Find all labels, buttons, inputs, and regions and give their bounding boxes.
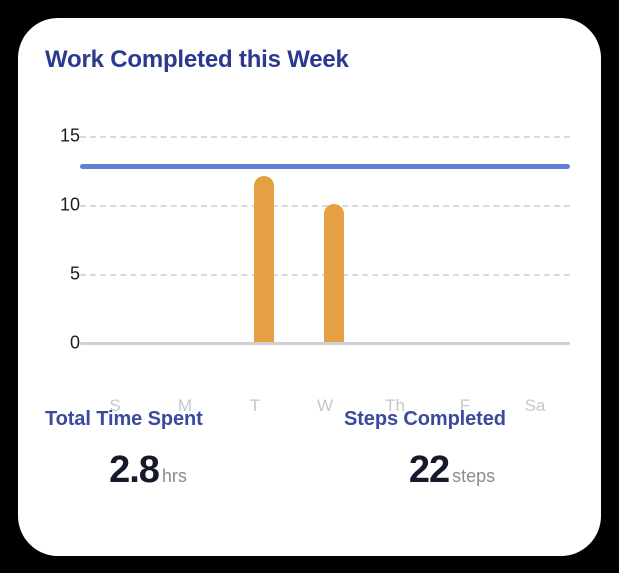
stat-total-time-spent-label: Total Time Spent (45, 408, 203, 430)
y-tick-label-0: 0 (69, 332, 80, 353)
gridline-10 (80, 205, 570, 207)
axis-baseline (80, 342, 570, 345)
bar-tuesday[interactable] (254, 176, 274, 342)
y-axis: 15 10 5 0 (18, 98, 80, 388)
stat-total-time-spent-unit: hrs (161, 466, 187, 486)
y-tick-label-15: 15 (59, 125, 80, 146)
summary-stats: Total Time Spent 2.8 hrs Steps Completed … (45, 408, 574, 518)
y-tick-label-5: 5 (69, 263, 80, 284)
bar-wednesday[interactable] (324, 204, 344, 342)
stat-steps-completed-unit: steps (452, 466, 496, 486)
stat-total-time-spent-value-row: 2.8 hrs (45, 449, 275, 492)
stat-steps-completed-value: 22 (408, 449, 450, 491)
screen-background: Work Completed this Week 15 10 5 0 S M T… (0, 0, 619, 573)
stat-total-time-spent-value: 2.8 (109, 449, 160, 491)
stat-steps-completed-label: Steps Completed (344, 408, 506, 430)
gridline-15 (80, 136, 570, 138)
y-tick-label-10: 10 (59, 194, 80, 215)
work-completed-card: Work Completed this Week 15 10 5 0 S M T… (18, 18, 601, 556)
target-line (80, 164, 570, 169)
page-title: Work Completed this Week (45, 46, 349, 73)
plot-area (80, 98, 570, 388)
stat-total-time-spent: Total Time Spent 2.8 hrs (45, 408, 275, 492)
stat-steps-completed-value-row: 22 steps (344, 449, 574, 492)
weekly-work-bar-chart: 15 10 5 0 S M T W Th F Sa (18, 98, 601, 415)
stat-steps-completed: Steps Completed 22 steps (344, 408, 574, 492)
